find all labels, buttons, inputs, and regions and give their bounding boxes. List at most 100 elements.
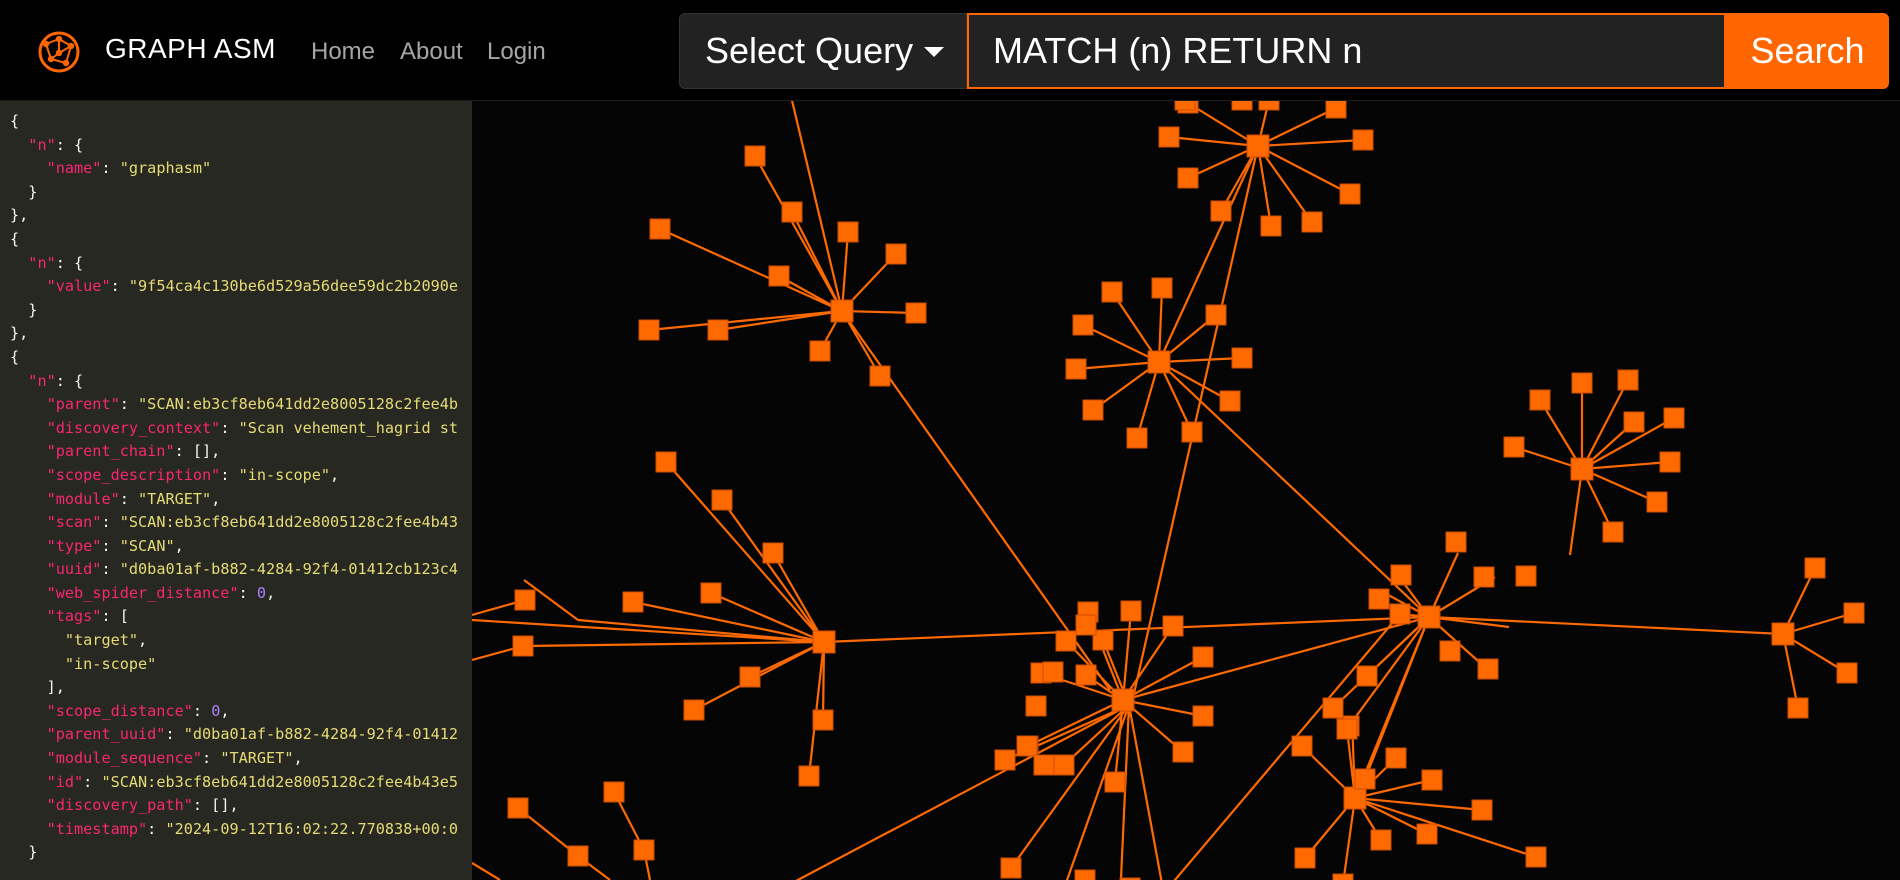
graph-node[interactable] [1177,167,1199,189]
graph-node[interactable] [1368,588,1390,610]
graph-node[interactable] [683,699,705,721]
graph-node[interactable] [798,765,820,787]
graph-node[interactable] [1525,846,1547,868]
graph-node[interactable] [622,591,644,613]
graph-node[interactable] [1473,566,1495,588]
graph-node[interactable] [1385,747,1407,769]
graph-node[interactable] [1258,101,1280,111]
graph-node[interactable] [1389,603,1411,625]
graph-node[interactable] [1192,705,1214,727]
graph-node[interactable] [1336,718,1358,740]
graph-node[interactable] [1301,211,1323,233]
graph-node[interactable] [1082,399,1104,421]
graph-node[interactable] [905,302,927,324]
graph-node[interactable] [700,582,722,604]
graph-node[interactable] [1659,451,1681,473]
graph-node[interactable] [1356,665,1378,687]
graph-hub-node[interactable] [1147,350,1171,374]
graph-hub-node[interactable] [1343,786,1367,810]
nav-link-home[interactable]: Home [311,38,375,66]
graph-hub-node[interactable] [1417,605,1441,629]
graph-node[interactable] [1260,215,1282,237]
nav-link-login[interactable]: Login [487,38,546,66]
graph-node[interactable] [1623,411,1645,433]
graph-node[interactable] [994,749,1016,771]
select-query-dropdown[interactable]: Select Query [679,13,967,89]
graph-node[interactable] [1291,735,1313,757]
graph-node[interactable] [1836,662,1858,684]
graph-node[interactable] [1162,615,1184,637]
graph-hub-node[interactable] [1570,457,1594,481]
graph-node[interactable] [1042,661,1064,683]
graph-node[interactable] [1439,640,1461,662]
graph-node[interactable] [1172,741,1194,763]
graph-node[interactable] [1421,769,1443,791]
graph-node[interactable] [707,319,729,341]
graph-node[interactable] [1602,521,1624,543]
graph-hub-node[interactable] [1111,688,1135,712]
graph-node[interactable] [1503,436,1525,458]
graph-node[interactable] [711,489,733,511]
graph-node[interactable] [1231,101,1253,111]
graph-node[interactable] [633,839,655,861]
graph-node[interactable] [1787,697,1809,719]
graph-node[interactable] [1370,829,1392,851]
graph-node[interactable] [649,218,671,240]
graph-node[interactable] [1075,664,1097,686]
graph-node[interactable] [1339,183,1361,205]
graph-node[interactable] [739,666,761,688]
graph-node[interactable] [1354,768,1376,790]
graph-node[interactable] [1101,281,1123,303]
graph-node[interactable] [567,845,589,867]
network-globe-icon[interactable] [36,29,82,75]
graph-node[interactable] [1646,491,1668,513]
graph-node[interactable] [885,243,907,265]
graph-node[interactable] [1843,602,1865,624]
graph-node[interactable] [512,635,534,657]
graph-node[interactable] [1053,754,1075,776]
graph-node[interactable] [1158,126,1180,148]
graph-node[interactable] [1192,646,1214,668]
graph-node[interactable] [1033,754,1055,776]
graph-node[interactable] [1016,735,1038,757]
json-results-panel[interactable]: { "n": { "name": "graphasm" }},{ "n": { … [0,101,472,880]
graph-node[interactable] [1332,873,1354,880]
graph-node[interactable] [1663,407,1685,429]
graph-node[interactable] [1055,630,1077,652]
graph-canvas[interactable] [472,101,1900,880]
graph-node[interactable] [1804,557,1826,579]
graph-node[interactable] [1219,390,1241,412]
graph-node[interactable] [744,145,766,167]
graph-node[interactable] [762,542,784,564]
graph-node[interactable] [1515,565,1537,587]
graph-node[interactable] [1074,869,1096,880]
graph-node[interactable] [1072,314,1094,336]
graph-node[interactable] [1325,101,1347,119]
graph-node[interactable] [1471,799,1493,821]
nav-link-about[interactable]: About [400,38,463,66]
graph-node[interactable] [1104,771,1126,793]
graph-node[interactable] [603,781,625,803]
graph-node[interactable] [869,365,891,387]
graph-node[interactable] [1075,614,1097,636]
graph-hub-node[interactable] [1771,622,1795,646]
graph-node[interactable] [1529,389,1551,411]
graph-node[interactable] [507,797,529,819]
graph-node[interactable] [638,319,660,341]
graph-node[interactable] [1000,857,1022,879]
search-button[interactable]: Search [1726,13,1889,89]
graph-node[interactable] [1174,101,1196,111]
graph-hub-node[interactable] [1246,134,1270,158]
graph-node[interactable] [812,709,834,731]
graph-node[interactable] [1231,347,1253,369]
graph-node[interactable] [781,201,803,223]
graph-hub-node[interactable] [830,299,854,323]
graph-node[interactable] [1120,600,1142,622]
graph-node[interactable] [1445,531,1467,553]
graph-node[interactable] [1571,372,1593,394]
query-input[interactable] [967,13,1726,89]
graph-node[interactable] [1294,847,1316,869]
graph-node[interactable] [809,340,831,362]
graph-node[interactable] [1025,695,1047,717]
graph-node[interactable] [1352,129,1374,151]
